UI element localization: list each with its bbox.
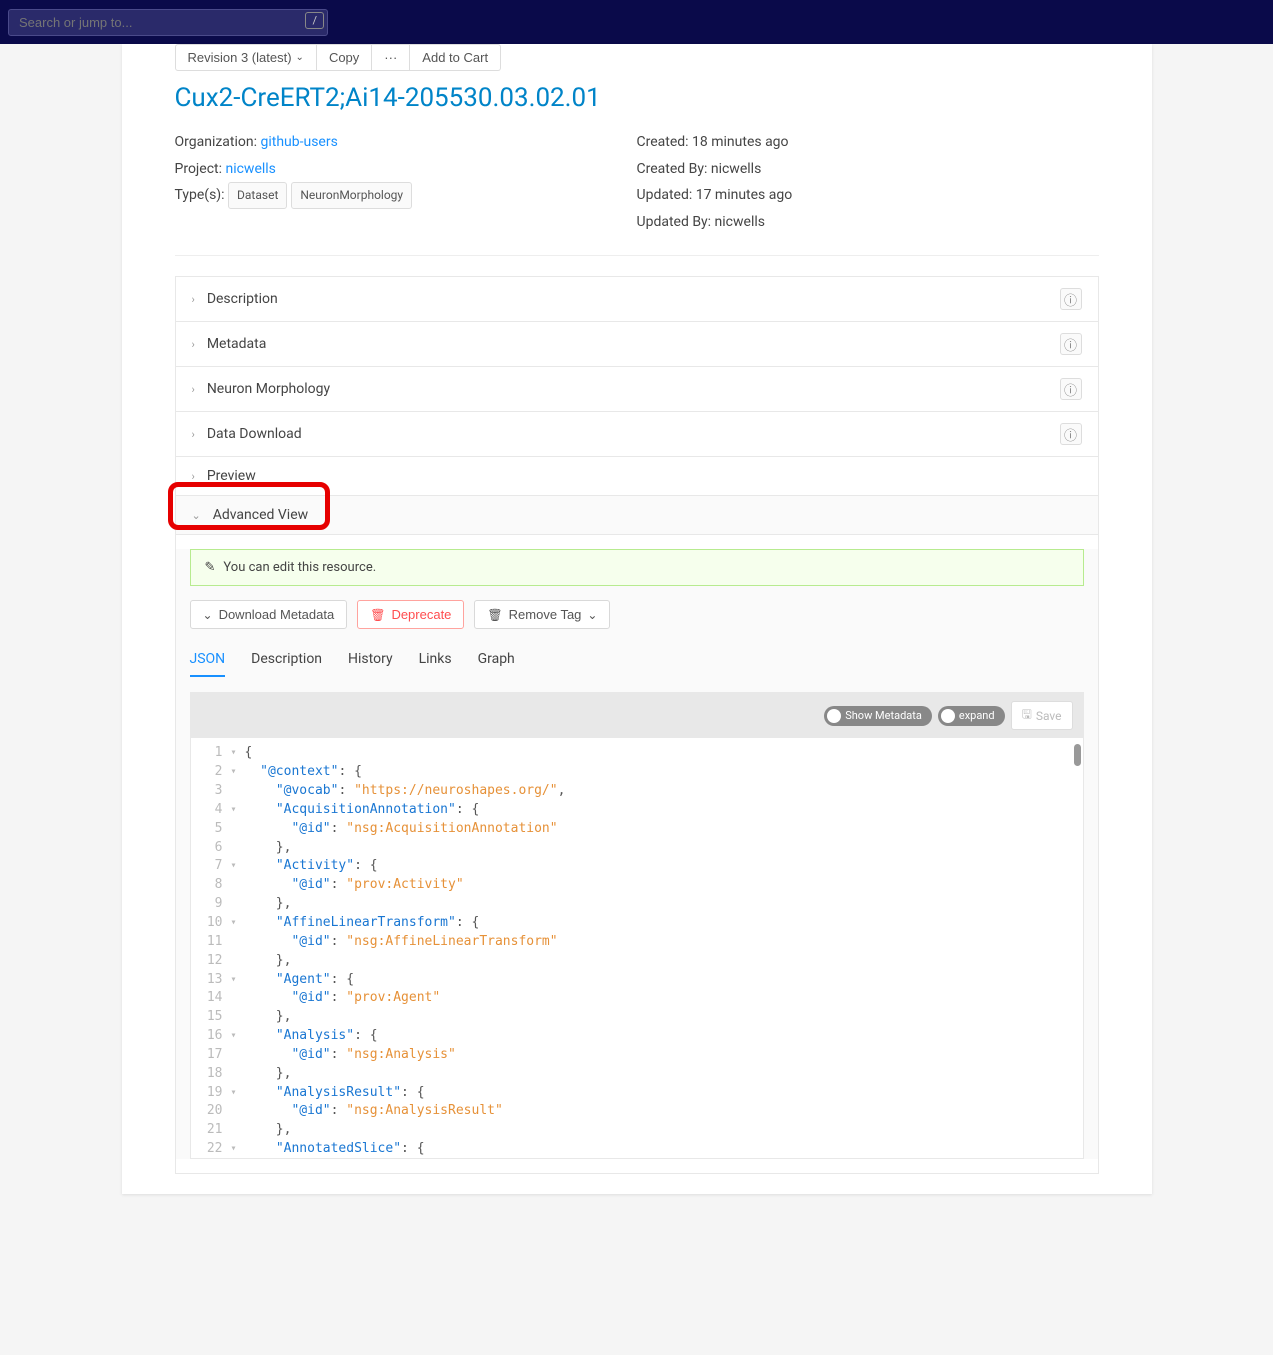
org-label: Organization:	[175, 134, 261, 150]
updatedby-line: Updated By: nicwells	[637, 209, 1099, 236]
chevron-down-icon: ⌄	[587, 608, 597, 622]
accordion-advanced-view[interactable]: ⌄ Advanced View	[176, 496, 1098, 535]
info-icon[interactable]: ⓘ	[1060, 423, 1082, 445]
editor-toolbar: Show Metadata expand 🖫Save	[191, 693, 1083, 738]
chevron-right-icon: ›	[192, 470, 195, 483]
show-metadata-toggle[interactable]: Show Metadata	[824, 706, 932, 726]
chevron-right-icon: ›	[192, 428, 195, 441]
download-metadata-button[interactable]: ⌄Download Metadata	[190, 600, 348, 629]
info-icon[interactable]: ⓘ	[1060, 378, 1082, 400]
type-tag: Dataset	[228, 182, 287, 209]
revision-dropdown[interactable]: Revision 3 (latest) ⌄	[175, 44, 317, 71]
action-row: ⌄Download Metadata 🗑Deprecate 🗑Remove Ta…	[176, 600, 1098, 643]
accordion-metadata[interactable]: › Metadata ⓘ	[176, 322, 1098, 367]
search-wrap: /	[8, 9, 328, 36]
editor-tabs: JSON Description History Links Graph	[176, 643, 1098, 678]
remove-tag-button[interactable]: 🗑Remove Tag ⌄	[474, 600, 610, 629]
chevron-right-icon: ›	[192, 293, 195, 306]
types-label: Type(s):	[175, 187, 229, 203]
more-button[interactable]: ···	[372, 44, 410, 71]
created-line: Created: 18 minutes ago	[637, 129, 1099, 156]
copy-button[interactable]: Copy	[317, 44, 372, 71]
chevron-right-icon: ›	[192, 383, 195, 396]
tab-description[interactable]: Description	[251, 643, 322, 677]
save-icon: 🖫	[1022, 705, 1032, 726]
chevron-right-icon: ›	[192, 338, 195, 351]
edit-icon: ✎	[205, 560, 216, 575]
accordion-neuron-morphology[interactable]: › Neuron Morphology ⓘ	[176, 367, 1098, 412]
tab-history[interactable]: History	[348, 643, 393, 677]
advanced-view-body: ✎ You can edit this resource. ⌄Download …	[176, 549, 1098, 1159]
scrollbar-thumb[interactable]	[1074, 744, 1081, 766]
project-label: Project:	[175, 161, 226, 177]
resource-title: Cux2-CreERT2;Ai14-205530.03.02.01	[122, 79, 1152, 129]
search-hotkey: /	[305, 12, 324, 29]
chevron-down-icon: ⌄	[203, 608, 213, 622]
accordion-description[interactable]: › Description ⓘ	[176, 277, 1098, 322]
top-bar: /	[0, 0, 1273, 44]
org-link[interactable]: github-users	[260, 134, 337, 150]
page-card: Revision 3 (latest) ⌄ Copy ··· Add to Ca…	[122, 44, 1152, 1194]
trash-icon: 🗑	[370, 608, 385, 622]
trash-icon: 🗑	[487, 608, 502, 622]
accordion-data-download[interactable]: › Data Download ⓘ	[176, 412, 1098, 457]
info-icon[interactable]: ⓘ	[1060, 288, 1082, 310]
info-icon[interactable]: ⓘ	[1060, 333, 1082, 355]
add-to-cart-button[interactable]: Add to Cart	[410, 44, 501, 71]
save-button[interactable]: 🖫Save	[1011, 701, 1073, 730]
expand-toggle[interactable]: expand	[938, 706, 1005, 726]
accordion-preview[interactable]: › Preview	[176, 457, 1098, 496]
meta-grid: Organization: github-users Project: nicw…	[122, 129, 1152, 255]
separator	[175, 255, 1099, 256]
type-tag: NeuronMorphology	[291, 182, 412, 209]
tab-links[interactable]: Links	[419, 643, 452, 677]
search-input[interactable]	[8, 9, 328, 36]
createdby-line: Created By: nicwells	[637, 156, 1099, 183]
chevron-down-icon: ⌄	[192, 509, 201, 522]
tab-json[interactable]: JSON	[190, 643, 226, 677]
tab-graph[interactable]: Graph	[478, 643, 515, 677]
chevron-down-icon: ⌄	[296, 52, 304, 63]
resource-toolbar: Revision 3 (latest) ⌄ Copy ··· Add to Ca…	[122, 44, 1152, 79]
updated-line: Updated: 17 minutes ago	[637, 182, 1099, 209]
edit-banner: ✎ You can edit this resource.	[190, 549, 1084, 586]
accordion: › Description ⓘ › Metadata ⓘ › Neuron Mo…	[175, 276, 1099, 1174]
json-editor: Show Metadata expand 🖫Save 1▾{2▾ "@conte…	[190, 692, 1084, 1159]
project-link[interactable]: nicwells	[225, 161, 275, 177]
deprecate-button[interactable]: 🗑Deprecate	[357, 600, 464, 629]
meta-right: Created: 18 minutes ago Created By: nicw…	[637, 129, 1099, 235]
code-area[interactable]: 1▾{2▾ "@context": {3 "@vocab": "https://…	[191, 738, 1083, 1158]
meta-left: Organization: github-users Project: nicw…	[175, 129, 637, 235]
